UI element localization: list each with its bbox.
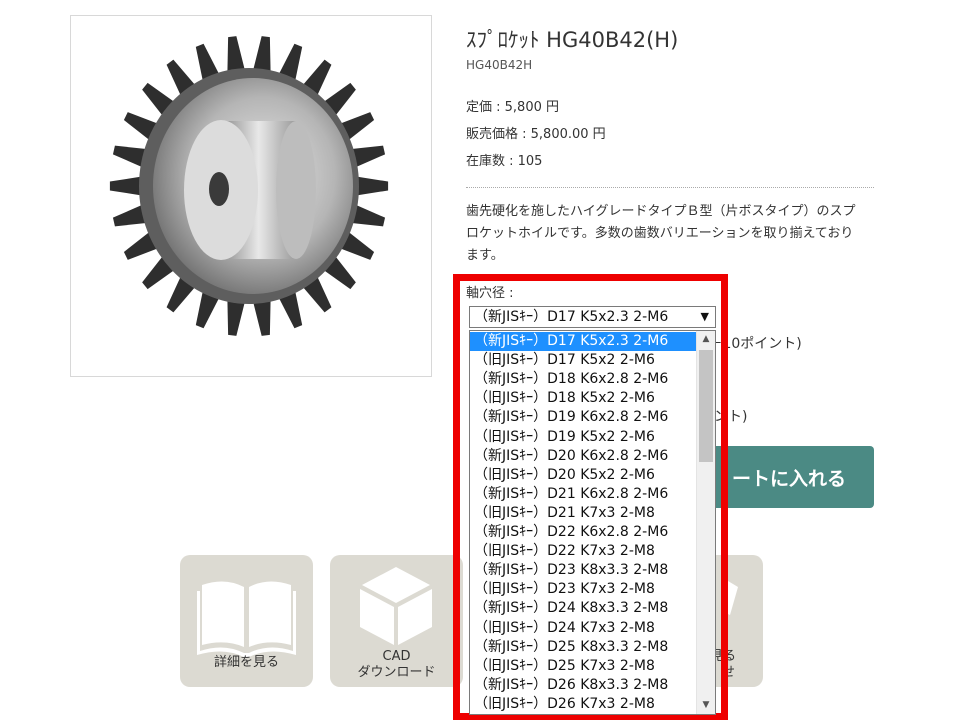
scroll-down-icon[interactable]: ▼ xyxy=(697,697,715,714)
dropdown-option[interactable]: （新JISｷｰ）D22 K6x2.8 2-M6 xyxy=(470,523,696,542)
cad-label-line1: CAD xyxy=(382,649,411,664)
dropdown-option[interactable]: （旧JISｷｰ）D24 K7x3 2-M8 xyxy=(470,619,696,638)
cad-download-tile[interactable]: CAD ダウンロード xyxy=(330,555,463,687)
scroll-up-icon[interactable]: ▲ xyxy=(697,331,715,348)
product-title: ｽﾌﾟﾛｹｯﾄ HG40B42(H) xyxy=(466,28,679,52)
sprocket-tooth xyxy=(109,176,144,196)
scrollbar[interactable]: ▲ ▼ xyxy=(696,331,715,714)
cad-label-line2: ダウンロード xyxy=(357,665,436,680)
divider xyxy=(466,187,874,188)
details-label: 詳細を見る xyxy=(213,655,279,670)
dropdown-option[interactable]: （新JISｷｰ）D19 K6x2.8 2-M6 xyxy=(470,408,696,427)
product-image xyxy=(70,15,432,377)
shaft-bore-label: 軸穴径 : xyxy=(466,286,514,301)
dropdown-option[interactable]: （旧JISｷｰ）D26 K7x3 2-M8 xyxy=(470,695,696,714)
dropdown-option[interactable]: （旧JISｷｰ）D25 K7x3 2-M8 xyxy=(470,657,696,676)
stock-count: 在庫数 : 105 xyxy=(466,154,543,169)
dropdown-option[interactable]: （新JISｷｰ）D17 K5x2.3 2-M6 xyxy=(470,332,696,351)
sale-price: 販売価格 : 5,800.00 円 xyxy=(466,127,606,142)
details-tile[interactable]: 詳細を見る xyxy=(180,555,313,687)
dropdown-option[interactable]: （新JISｷｰ）D20 K6x2.8 2-M6 xyxy=(470,447,696,466)
dropdown-arrow-icon: ▼ xyxy=(700,310,709,323)
dropdown-option[interactable]: （旧JISｷｰ）D18 K5x2 2-M6 xyxy=(470,389,696,408)
dropdown-option[interactable]: （新JISｷｰ）D23 K8x3.3 2-M8 xyxy=(470,561,696,580)
shaft-bore-dropdown-list[interactable]: （新JISｷｰ）D17 K5x2.3 2-M6 （旧JISｷｰ）D17 K5x2 … xyxy=(469,330,716,715)
dropdown-option[interactable]: （新JISｷｰ）D18 K6x2.8 2-M6 xyxy=(470,370,696,389)
dropdown-option[interactable]: （旧JISｷｰ）D22 K7x3 2-M8 xyxy=(470,542,696,561)
dropdown-option[interactable]: （新JISｷｰ）D21 K6x2.8 2-M6 xyxy=(470,485,696,504)
dropdown-option[interactable]: （新JISｷｰ）D25 K8x3.3 2-M8 xyxy=(470,638,696,657)
sprocket-tooth xyxy=(354,176,389,196)
dropdown-option[interactable]: （新JISｷｰ）D26 K8x3.3 2-M8 xyxy=(470,676,696,695)
scroll-thumb[interactable] xyxy=(699,350,713,462)
dropdown-option[interactable]: （旧JISｷｰ）D20 K5x2 2-M6 xyxy=(470,466,696,485)
dropdown-option[interactable]: （旧JISｷｰ）D21 K7x3 2-M8 xyxy=(470,504,696,523)
product-sku: HG40B42H xyxy=(466,58,533,72)
dropdown-option[interactable]: （旧JISｷｰ）D23 K7x3 2-M8 xyxy=(470,580,696,599)
shaft-bore-select[interactable]: （新JISｷｰ）D17 K5x2.3 2-M6 ▼ xyxy=(469,306,716,328)
dropdown-option[interactable]: （新JISｷｰ）D24 K8x3.3 2-M8 xyxy=(470,599,696,618)
select-value: （新JISｷｰ）D17 K5x2.3 2-M6 xyxy=(474,309,669,325)
dropdown-option[interactable]: （旧JISｷｰ）D19 K5x2 2-M6 xyxy=(470,428,696,447)
dropdown-option[interactable]: （旧JISｷｰ）D17 K5x2 2-M6 xyxy=(470,351,696,370)
list-price: 定価 : 5,800 円 xyxy=(466,100,559,115)
sprocket-image xyxy=(109,36,389,336)
product-description: 歯先硬化を施したハイグレードタイプＢ型（片ボスタイプ）のスプロケットホイルです。… xyxy=(466,204,856,263)
